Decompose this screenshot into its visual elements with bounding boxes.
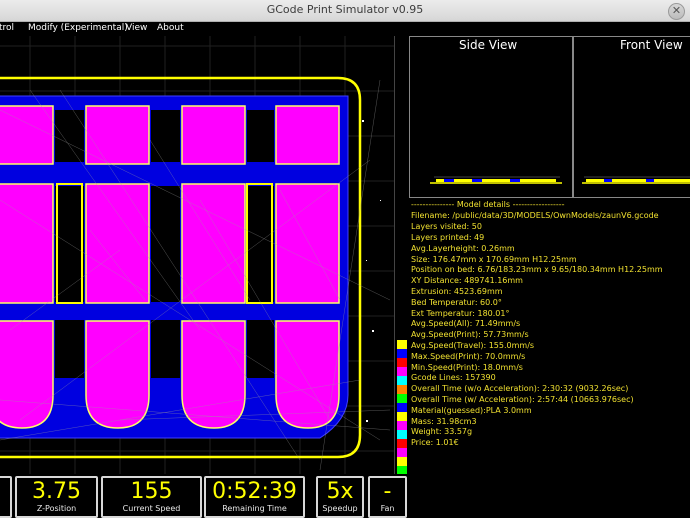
layer-color-cell[interactable]: [397, 412, 407, 421]
detail-ext-temp: Ext Temperatur: 180.01°: [411, 309, 510, 318]
menu-modify[interactable]: Modify (Experimental): [28, 22, 128, 35]
detail-position: Position on bed: 6.76/183.23mm x 9.65/18…: [411, 265, 663, 274]
detail-weight: Weight: 33.57g: [411, 427, 473, 436]
layer-color-cell[interactable]: [397, 376, 407, 385]
fan-box: - Fan: [368, 476, 407, 518]
speedup-box[interactable]: 5x Speedup: [316, 476, 364, 518]
window-title: GCode Print Simulator v0.95: [266, 3, 424, 16]
detail-filename: Filename: /public/data/3D/MODELS/OwnMode…: [411, 211, 659, 220]
detail-layers-printed: Layers printed: 49: [411, 233, 485, 242]
layer-color-strip[interactable]: [397, 340, 407, 475]
menu-control[interactable]: trol: [0, 22, 14, 35]
detail-min-speed: Min.Speed(Print): 18.0mm/s: [411, 363, 523, 372]
layer-status-box: [0, 476, 12, 518]
fan-label: Fan: [380, 504, 395, 513]
layer-color-cell[interactable]: [397, 385, 407, 394]
detail-avg-speed-travel: Avg.Speed(Travel): 155.0mm/s: [411, 341, 535, 350]
model-details-panel: --------------- Model details ----------…: [409, 198, 690, 474]
title-bar: GCode Print Simulator v0.95 ✕: [0, 0, 690, 22]
print-layer-drawing: [0, 36, 394, 474]
layer-color-cell[interactable]: [397, 358, 407, 367]
detail-price: Price: 1.01€: [411, 438, 459, 447]
layer-color-cell[interactable]: [397, 367, 407, 376]
layer-color-cell[interactable]: [397, 403, 407, 412]
menu-about[interactable]: About: [157, 22, 184, 35]
detail-max-speed: Max.Speed(Print): 70.0mm/s: [411, 352, 526, 361]
speedup-label: Speedup: [322, 504, 358, 513]
detail-size: Size: 176.47mm x 170.69mm H12.25mm: [411, 255, 577, 264]
menu-bar: trol Modify (Experimental) View About: [0, 22, 690, 35]
remaining-time-value: 0:52:39: [212, 479, 297, 504]
detail-avg-speed-all: Avg.Speed(All): 71.49mm/s: [411, 319, 521, 328]
layer-color-cell[interactable]: [397, 448, 407, 457]
zposition-label: Z-Position: [36, 504, 77, 513]
side-view-drawing: [430, 176, 562, 184]
side-view-panel[interactable]: Side View: [409, 36, 573, 198]
speedup-value: 5x: [326, 479, 354, 504]
detail-xy-distance: XY Distance: 489741.16mm: [411, 276, 523, 285]
details-header: --------------- Model details ----------…: [411, 200, 565, 209]
layer-color-cell[interactable]: [397, 349, 407, 358]
detail-layers-visited: Layers visited: 50: [411, 222, 482, 231]
zposition-value: 3.75: [32, 479, 81, 504]
current-speed-label: Current Speed: [122, 504, 181, 513]
detail-extrusion: Extrusion: 4523.69mm: [411, 287, 503, 296]
remaining-time-box: 0:52:39 Remaining Time: [204, 476, 305, 518]
current-speed-value: 155: [130, 479, 173, 504]
detail-avg-speed-print: Avg.Speed(Print): 57.73mm/s: [411, 330, 529, 339]
layer-color-cell[interactable]: [397, 421, 407, 430]
status-bar: 3.75 Z-Position 155 Current Speed 0:52:3…: [0, 474, 690, 518]
detail-avg-layerheight: Avg.Layerheight: 0.26mm: [411, 244, 515, 253]
layer-color-cell[interactable]: [397, 340, 407, 349]
detail-bed-temp: Bed Temperatur: 60.0°: [411, 298, 502, 307]
top-view-canvas[interactable]: [0, 36, 394, 474]
layer-color-cell[interactable]: [397, 439, 407, 448]
layer-color-cell[interactable]: [397, 394, 407, 403]
menu-view[interactable]: View: [126, 22, 147, 35]
remaining-time-label: Remaining Time: [222, 504, 287, 513]
zposition-box: 3.75 Z-Position: [15, 476, 98, 518]
front-view-drawing: [582, 176, 690, 184]
detail-material: Material(guessed):PLA 3.0mm: [411, 406, 532, 415]
detail-mass: Mass: 31.98cm3: [411, 417, 477, 426]
layer-color-cell[interactable]: [397, 430, 407, 439]
current-speed-box: 155 Current Speed: [101, 476, 202, 518]
detail-gcode-lines: Gcode Lines: 157390: [411, 373, 496, 382]
detail-time-accel: Overall Time (w/ Acceleration): 2:57:44 …: [411, 395, 634, 404]
detail-time-no-accel: Overall Time (w/o Acceleration): 2:30:32…: [411, 384, 629, 393]
close-icon[interactable]: ✕: [668, 3, 685, 20]
layer-color-cell[interactable]: [397, 457, 407, 466]
fan-value: -: [383, 479, 392, 504]
front-view-panel[interactable]: Front View: [573, 36, 690, 198]
